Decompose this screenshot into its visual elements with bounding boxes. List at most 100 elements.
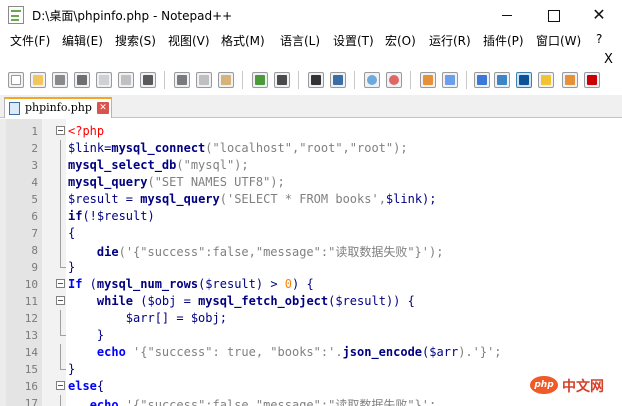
code-line: 12 $arr[] = $obj; xyxy=(6,310,622,327)
new-file-icon[interactable] xyxy=(8,72,24,88)
file-saved-icon xyxy=(9,102,20,115)
line-number: 7 xyxy=(31,227,38,240)
fold-guide xyxy=(60,310,61,327)
toolbar xyxy=(0,66,622,94)
function-list-icon[interactable] xyxy=(562,72,578,88)
line-number: 14 xyxy=(24,346,38,359)
line-number: 4 xyxy=(31,176,38,189)
tab-label: phpinfo.php xyxy=(25,101,92,114)
fold-guide xyxy=(60,140,61,157)
undo-icon[interactable] xyxy=(252,72,268,88)
fold-guide xyxy=(60,174,61,191)
line-number: 13 xyxy=(24,329,38,342)
sync-horizontal-icon[interactable] xyxy=(442,72,458,88)
line-number: 5 xyxy=(31,193,38,206)
code-line: 2 $link=mysql_connect("localhost","root"… xyxy=(6,140,622,157)
line-number: 10 xyxy=(24,278,38,291)
menu-format[interactable]: 格式(M) xyxy=(221,32,265,49)
code-line: 7 { xyxy=(6,225,622,242)
close-icon[interactable] xyxy=(96,72,112,88)
code-line: 14 echo '{"success": true, "books":'.jso… xyxy=(6,344,622,361)
fold-end xyxy=(60,361,66,370)
code-line: 5 $result = mysql_query('SELECT * FROM b… xyxy=(6,191,622,208)
code-line: 8 die('{"success":false,"message":"读取数据失… xyxy=(6,242,622,259)
zoom-out-icon[interactable] xyxy=(386,72,402,88)
fold-collapse-icon[interactable] xyxy=(56,279,65,288)
code-line: 10 If (mysql_num_rows($result) > 0) { xyxy=(6,276,622,293)
menu-bar: 文件(F) 编辑(E) 搜索(S) 视图(V) 格式(M) 语言(L) 设置(T… xyxy=(0,30,622,50)
line-number: 8 xyxy=(31,244,38,257)
cut-icon[interactable] xyxy=(174,72,190,88)
tab-close-icon[interactable]: ✕ xyxy=(97,102,109,114)
fold-end xyxy=(60,327,66,336)
menu-macro[interactable]: 宏(O) xyxy=(385,32,416,49)
maximize-button[interactable] xyxy=(530,0,576,30)
copy-icon[interactable] xyxy=(196,72,212,88)
menu-language[interactable]: 语言(L) xyxy=(280,32,320,49)
menu-search[interactable]: 搜索(S) xyxy=(115,32,156,49)
menu-view[interactable]: 视图(V) xyxy=(168,32,210,49)
line-number: 15 xyxy=(24,363,38,376)
menu-run[interactable]: 运行(R) xyxy=(429,32,471,49)
save-all-icon[interactable] xyxy=(74,72,90,88)
close-all-icon[interactable] xyxy=(118,72,134,88)
fold-guide xyxy=(60,157,61,174)
fold-guide xyxy=(60,191,61,208)
window-title: D:\桌面\phpinfo.php - Notepad++ xyxy=(32,9,233,23)
menu-window[interactable]: 窗口(W) xyxy=(536,32,581,49)
fold-collapse-icon[interactable] xyxy=(56,381,65,390)
menu-edit[interactable]: 编辑(E) xyxy=(62,32,103,49)
php-cn-watermark: php 中文网 xyxy=(530,374,618,398)
show-all-chars-icon[interactable] xyxy=(494,72,510,88)
close-document-x[interactable]: X xyxy=(604,52,613,67)
code-line: 9 } xyxy=(6,259,622,276)
menu-help[interactable]: ? xyxy=(596,32,602,46)
print-icon[interactable] xyxy=(140,72,156,88)
menu-file[interactable]: 文件(F) xyxy=(10,32,50,49)
line-number: 11 xyxy=(24,295,38,308)
redo-icon[interactable] xyxy=(274,72,290,88)
code-line: 13 } xyxy=(6,327,622,344)
code-line: 3 mysql_select_db("mysql"); xyxy=(6,157,622,174)
replace-icon[interactable] xyxy=(330,72,346,88)
code-line: 6 if(!$result) xyxy=(6,208,622,225)
paste-icon[interactable] xyxy=(218,72,234,88)
toolbar-separator xyxy=(242,71,243,89)
open-file-icon[interactable] xyxy=(30,72,46,88)
menu-plugins[interactable]: 插件(P) xyxy=(483,32,524,49)
code-line: 1 <?php xyxy=(6,123,622,140)
notepad-app-icon xyxy=(8,6,24,24)
sync-vertical-icon[interactable] xyxy=(420,72,436,88)
line-number: 17 xyxy=(24,397,38,406)
line-number: 9 xyxy=(31,261,38,274)
record-macro-icon[interactable] xyxy=(584,72,600,88)
fold-end xyxy=(60,259,66,268)
zoom-in-icon[interactable] xyxy=(364,72,380,88)
fold-collapse-icon[interactable] xyxy=(56,126,65,135)
code-line: 11 while ($obj = mysql_fetch_object($res… xyxy=(6,293,622,310)
find-icon[interactable] xyxy=(308,72,324,88)
fold-guide xyxy=(60,242,61,259)
wrap-icon[interactable] xyxy=(474,72,490,88)
fold-guide xyxy=(60,225,61,242)
menu-settings[interactable]: 设置(T) xyxy=(333,32,374,49)
toolbar-separator xyxy=(410,71,411,89)
line-number: 3 xyxy=(31,159,38,172)
minimize-button[interactable] xyxy=(484,0,530,30)
watermark-text: 中文网 xyxy=(562,379,604,395)
toolbar-separator xyxy=(466,71,467,89)
fold-guide xyxy=(60,208,61,225)
save-icon[interactable] xyxy=(52,72,68,88)
line-number: 6 xyxy=(31,210,38,223)
tab-bar: phpinfo.php ✕ xyxy=(0,95,622,118)
fold-collapse-icon[interactable] xyxy=(56,296,65,305)
title-bar: D:\桌面\phpinfo.php - Notepad++ ✕ xyxy=(0,0,622,30)
php-logo-icon: php xyxy=(530,376,558,394)
line-number: 2 xyxy=(31,142,38,155)
doc-map-icon[interactable] xyxy=(538,72,554,88)
close-window-button[interactable]: ✕ xyxy=(576,0,622,30)
fold-guide xyxy=(60,395,61,406)
code-line: 4 mysql_query("SET NAMES UTF8"); xyxy=(6,174,622,191)
indent-guide-icon[interactable] xyxy=(516,72,532,88)
tab-phpinfo[interactable]: phpinfo.php ✕ xyxy=(4,97,112,118)
